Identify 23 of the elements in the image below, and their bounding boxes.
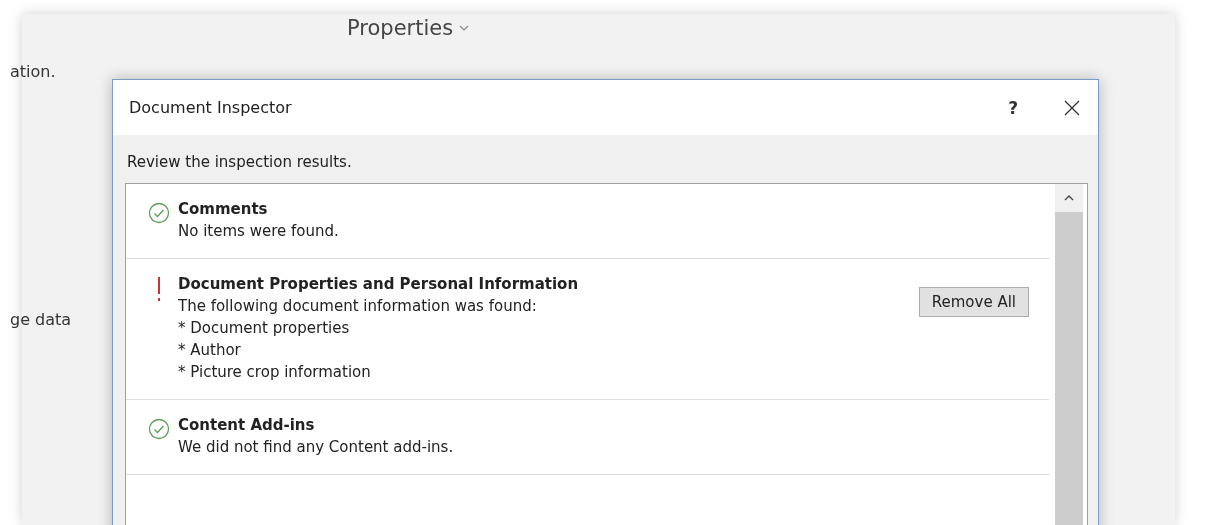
result-text: * Document properties [178, 319, 351, 337]
result-text: We did not find any Content add-ins. [178, 438, 455, 456]
chevron-down-icon[interactable] [459, 25, 470, 31]
sidebar-text: ation. [10, 62, 56, 81]
sidebar-text: ge data [10, 310, 72, 329]
instruction-text: Review the inspection results. [126, 152, 353, 171]
dialog-title: Document Inspector [129, 98, 293, 117]
scrollbar[interactable] [1055, 184, 1083, 525]
result-title: Comments [178, 200, 269, 218]
result-title: Content Add-ins [178, 416, 316, 434]
result-text: * Picture crop information [178, 363, 372, 381]
result-title: Document Properties and Personal Information [178, 275, 580, 293]
properties-heading: Properties [347, 16, 454, 40]
result-text: The following document information was found: [178, 297, 538, 315]
close-icon[interactable] [1064, 99, 1080, 116]
check-circle-icon [148, 418, 170, 440]
check-circle-icon [148, 202, 170, 224]
result-text: No items were found. [178, 222, 340, 240]
scroll-up-icon[interactable] [1064, 195, 1074, 201]
exclamation-icon [156, 277, 162, 303]
help-button[interactable]: ? [1004, 97, 1022, 118]
remove-all-button[interactable]: Remove All [918, 287, 1029, 317]
result-text: * Author [178, 341, 242, 359]
